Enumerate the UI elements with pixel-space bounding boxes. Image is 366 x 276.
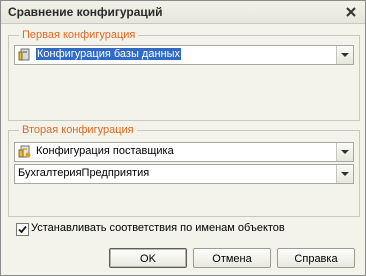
chevron-down-icon[interactable] xyxy=(336,46,353,64)
match-by-names-checkbox[interactable] xyxy=(16,223,29,236)
chevron-down-icon[interactable] xyxy=(336,143,353,161)
title-bar[interactable]: Сравнение конфигураций xyxy=(1,1,365,24)
first-config-combo[interactable]: Конфигурация базы данных xyxy=(14,45,354,65)
chevron-down-icon[interactable] xyxy=(336,165,353,183)
second-config-group-title: Вторая конфигурация xyxy=(19,124,137,136)
help-button[interactable]: Справка xyxy=(277,248,355,268)
window-title: Сравнение конфигураций xyxy=(8,5,163,19)
close-icon[interactable] xyxy=(343,4,359,20)
second-config-name-combo[interactable]: БухгалтерияПредприятия xyxy=(14,164,354,184)
first-config-group: Первая конфигурация Конфигурация базы да… xyxy=(8,29,360,121)
ok-button[interactable]: OK xyxy=(109,248,187,268)
first-config-value: Конфигурация базы данных xyxy=(36,48,182,60)
first-config-group-title: Первая конфигурация xyxy=(19,29,139,41)
cancel-button[interactable]: Отмена xyxy=(193,248,271,268)
second-config-group: Вторая конфигурация Конфигурация поставщ… xyxy=(8,124,360,217)
second-config-value: Конфигурация поставщика xyxy=(36,145,174,157)
database-config-icon xyxy=(18,48,30,61)
supplier-config-icon xyxy=(18,145,31,158)
checkmark-icon xyxy=(18,225,27,234)
second-config-name-value: БухгалтерияПредприятия xyxy=(18,167,150,179)
match-by-names-label: Устанавливать соответствия по именам объ… xyxy=(31,222,285,234)
second-config-combo[interactable]: Конфигурация поставщика xyxy=(14,142,354,162)
dialog-window: Сравнение конфигураций Первая конфигурац… xyxy=(0,0,366,276)
